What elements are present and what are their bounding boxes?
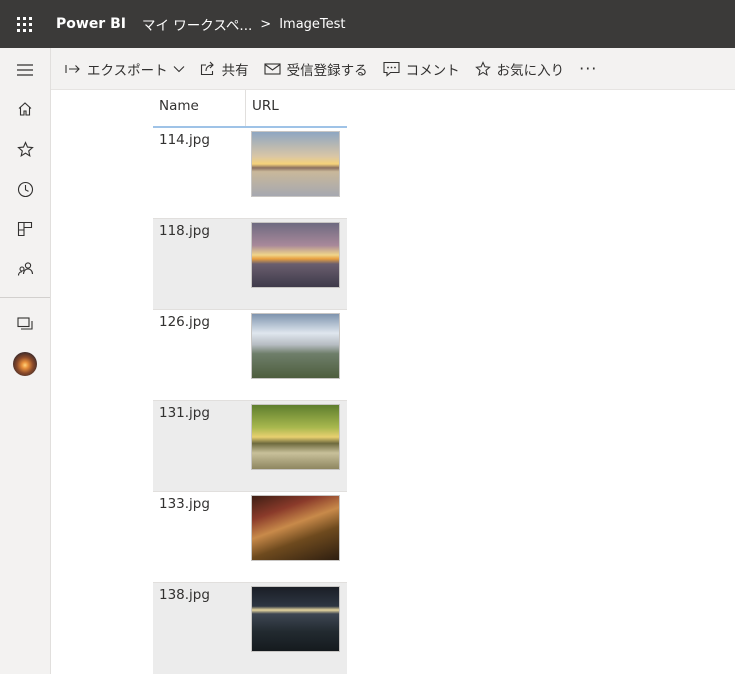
nav-favorites[interactable] <box>0 131 50 167</box>
nav-recent[interactable] <box>0 171 50 207</box>
cell-name: 131.jpg <box>159 405 210 421</box>
apps-icon <box>17 221 33 237</box>
thumbnail-image <box>251 586 340 652</box>
clock-icon <box>17 181 33 197</box>
table-row[interactable]: 133.jpg <box>153 492 347 583</box>
power-bi-window: Power BI マイ ワークスペ... > ImageTest エクスポート … <box>0 0 735 674</box>
hamburger-icon <box>17 64 33 76</box>
workspace-avatar <box>13 352 37 376</box>
share-icon <box>200 61 214 76</box>
column-header-url[interactable]: URL <box>246 90 347 126</box>
nav-workspaces[interactable] <box>0 306 50 342</box>
star-icon <box>16 140 34 157</box>
subscribe-button[interactable]: 受信登録する <box>264 59 368 79</box>
table-row[interactable]: 126.jpg <box>153 310 347 401</box>
breadcrumb-workspace[interactable]: マイ ワークスペ... <box>142 14 252 34</box>
table-row[interactable]: 118.jpg <box>153 219 347 310</box>
people-icon <box>17 262 33 276</box>
thumbnail-image <box>251 495 340 561</box>
comment-label: コメント <box>405 62 460 79</box>
table-row[interactable]: 131.jpg <box>153 401 347 492</box>
cell-name: 114.jpg <box>159 132 210 148</box>
export-arrow-icon <box>65 64 80 73</box>
cell-name: 126.jpg <box>159 314 210 330</box>
column-header-name[interactable]: Name <box>153 90 246 126</box>
app-name[interactable]: Power BI <box>56 16 126 32</box>
nav-shared-with-me[interactable] <box>0 251 50 287</box>
star-outline-icon <box>474 60 491 76</box>
nav-expand-button[interactable] <box>0 52 50 88</box>
cell-name: 133.jpg <box>159 496 210 512</box>
cell-name: 118.jpg <box>159 223 210 239</box>
thumbnail-image <box>251 222 340 288</box>
cell-name: 138.jpg <box>159 587 210 603</box>
table-header-row: Name URL <box>153 90 347 128</box>
app-launcher-button[interactable] <box>0 0 48 48</box>
nav-apps[interactable] <box>0 211 50 247</box>
nav-home[interactable] <box>0 91 50 127</box>
comment-button[interactable]: コメント <box>383 59 460 79</box>
table-row[interactable]: 138.jpg <box>153 583 347 674</box>
more-options-button[interactable]: ··· <box>579 59 597 78</box>
workspaces-icon <box>16 316 33 330</box>
mail-icon <box>264 62 281 75</box>
command-bar: エクスポート 共有 受信登録する コメント お気に入り ··· <box>51 48 735 90</box>
thumbnail-image <box>251 313 340 379</box>
left-nav-rail <box>0 48 51 674</box>
table-row[interactable]: 114.jpg <box>153 128 347 219</box>
favorite-button[interactable]: お気に入り <box>474 59 565 79</box>
share-button[interactable]: 共有 <box>200 59 249 79</box>
table-visual: Name URL 114.jpg 118.jpg 126.jpg 131.jpg… <box>153 90 347 674</box>
comment-icon <box>383 61 400 77</box>
nav-divider <box>0 297 50 298</box>
waffle-icon <box>16 16 32 32</box>
thumbnail-image <box>251 404 340 470</box>
export-button[interactable]: エクスポート <box>65 59 185 79</box>
thumbnail-image <box>251 131 340 197</box>
chevron-down-icon <box>173 65 184 72</box>
share-label: 共有 <box>221 62 249 79</box>
home-icon <box>18 102 32 116</box>
breadcrumb-report[interactable]: ImageTest <box>279 17 345 32</box>
subscribe-label: 受信登録する <box>286 62 368 79</box>
breadcrumb-separator: > <box>260 16 272 32</box>
export-label: エクスポート <box>87 62 168 79</box>
favorite-label: お気に入り <box>496 62 565 79</box>
top-header-bar: Power BI マイ ワークスペ... > ImageTest <box>0 0 735 48</box>
nav-current-workspace[interactable] <box>0 346 50 382</box>
